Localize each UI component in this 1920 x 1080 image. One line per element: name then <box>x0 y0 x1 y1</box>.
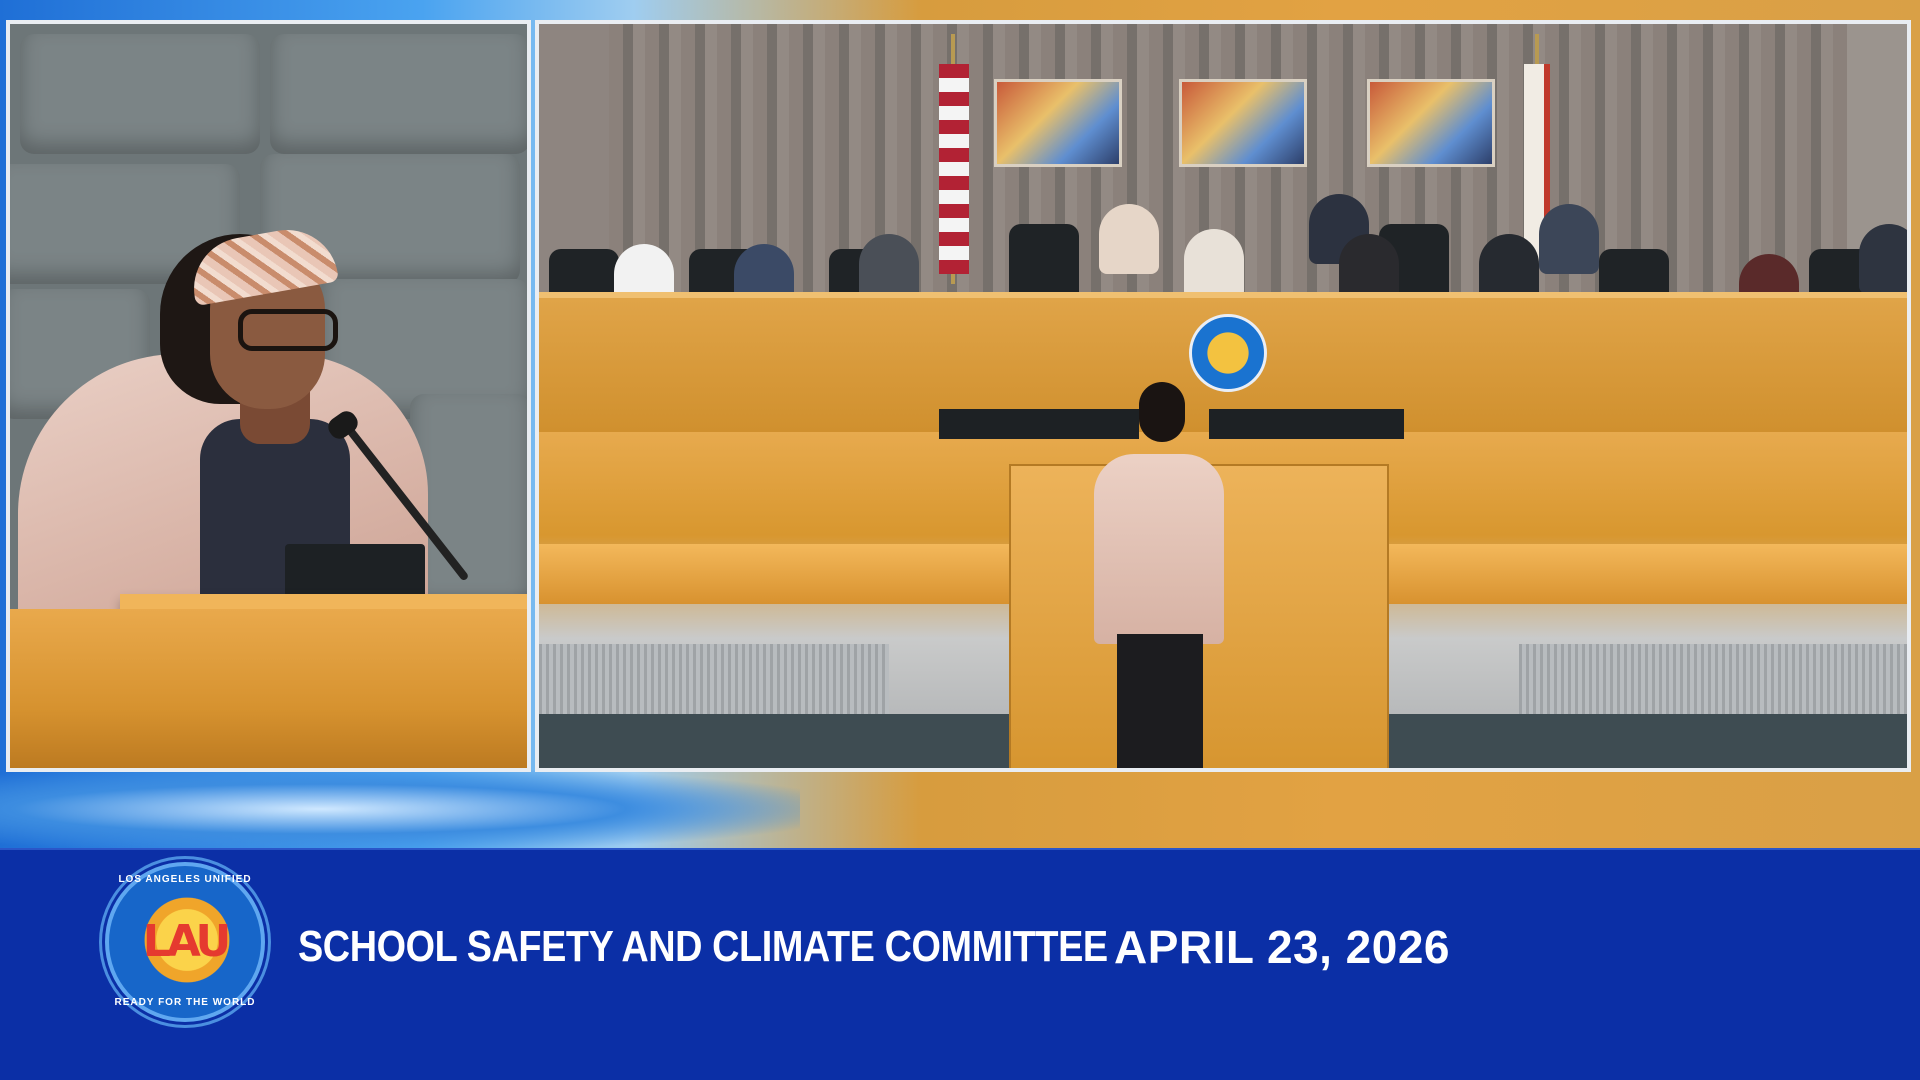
committee-title: SCHOOL SAFETY AND CLIMATE COMMITTEE <box>298 922 1108 971</box>
speaker-glasses <box>238 309 338 351</box>
lausd-logo-icon: LOS ANGELES UNIFIED LAU READY FOR THE WO… <box>105 862 265 1022</box>
podium-monitor <box>1209 409 1404 439</box>
student-photo <box>994 79 1122 167</box>
wall-vent <box>1519 644 1907 714</box>
logo-glyph: LAU <box>142 916 231 967</box>
meeting-date: APRIL 23, 2026 <box>1114 921 1451 973</box>
student-photo <box>1367 79 1495 167</box>
auditorium-seat <box>270 34 527 154</box>
podium-monitor <box>939 409 1139 439</box>
district-seal-icon <box>1189 314 1267 392</box>
background-glow <box>0 770 800 848</box>
chamber-video-pane <box>535 20 1911 772</box>
auditorium-seat <box>410 394 527 614</box>
board-member <box>1099 204 1159 274</box>
board-member <box>1859 224 1907 294</box>
us-flag-icon <box>939 64 969 274</box>
speaker-desk <box>10 609 527 768</box>
logo-bottom-text: READY FOR THE WORLD <box>114 997 256 1008</box>
board-member <box>1539 204 1599 274</box>
wall-vent <box>539 644 889 714</box>
podium-speaker-skirt <box>1117 634 1203 768</box>
lower-third-banner: LOS ANGELES UNIFIED LAU READY FOR THE WO… <box>0 848 1920 1080</box>
auditorium-seat <box>20 34 260 154</box>
speaker-video-pane <box>6 20 531 772</box>
logo-top-text: LOS ANGELES UNIFIED <box>118 874 252 885</box>
board-member <box>1184 229 1244 299</box>
podium-speaker <box>1094 454 1224 644</box>
podium-speaker-head <box>1139 382 1185 442</box>
student-photo <box>1179 79 1307 167</box>
